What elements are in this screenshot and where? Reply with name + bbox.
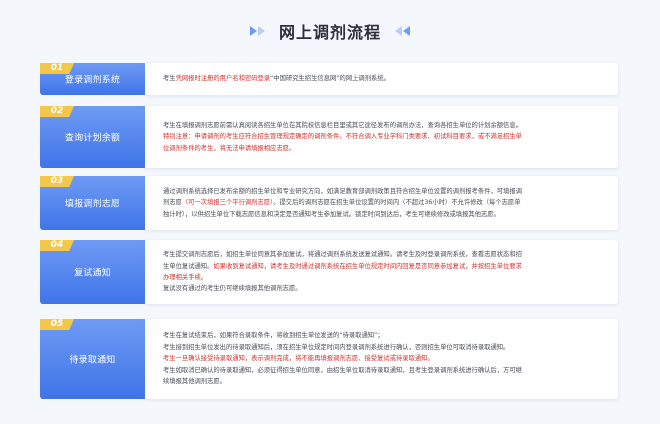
highlight-text: 如果收到复试通知，请考生及时通过调剂系统在招生单位规定时间内回复是否同意参加复试… (213, 262, 522, 270)
highlight-text: 办理相关手续。 (163, 274, 208, 281)
description-line: 考生如取消已确认的待录取通知，必须征得招生单位同意，由招生单位取消待录取通知，且… (163, 365, 604, 376)
step-login: 01 登录调剂系统 考生凭网报时注册的用户名和密码登录“中国研究生招生信息网”的… (40, 63, 618, 95)
step-query-quota: 02 查询计划余额 考生在填报调剂志愿前需认真阅读各招生单位在其院校信息栏目里或… (40, 106, 618, 168)
body-text: 考生提交调剂志愿后，如招生单位同意其参加复试，将通过调剂系统发送复试通知。请考生… (163, 251, 522, 259)
step-label: 查询计划余额 (64, 133, 121, 144)
step-tab[interactable]: 05 待录取通知 (40, 319, 145, 399)
highlight-text: 凭网报时注册的用户名和密码登录 (175, 75, 271, 83)
step-tab[interactable]: 04 复试通知 (40, 240, 145, 304)
description-line: 考生在填报调剂志愿前需认真阅读各招生单位在其院校信息栏目里或其它途径发布的调剂办… (163, 120, 604, 131)
body-text: “中国研究生招生信息网”的网上调剂系统。 (270, 75, 390, 83)
step-number-badge: 04 (40, 240, 74, 251)
step-fill-volunteer: 03 填报调剂志愿 通过调剂系统选择已发布余额的招生单位和专业研究方向，如满足教… (40, 176, 618, 230)
page-header: 网上调剂流程 (0, 18, 660, 44)
body-text: 生单位复试通知。 (163, 262, 214, 270)
step-description: 考生凭网报时注册的用户名和密码登录“中国研究生招生信息网”的网上调剂系统。 (145, 63, 618, 95)
body-text: 。提交后的调剂志愿在招生单位设置的时间内（不超过36小时）不允许修改（每个志愿单 (273, 199, 521, 207)
description-line: 考生接到招生单位发出的待录取通知后，须在招生单位规定时间内登录调剂系统进行确认，… (163, 342, 604, 353)
body-text: 考生在复试结束后，如果符合录取条件，将收到招生单位发送的“待录取通知”； (163, 332, 384, 340)
body-text: 独计时），以供招生单位下载志愿信息和决定是否通知考生参加复试。锁定时间到达后，考… (163, 210, 500, 218)
step-description: 考生在复试结束后，如果符合录取条件，将收到招生单位发送的“待录取通知”； 考生接到… (145, 319, 618, 399)
step-description: 通过调剂系统选择已发布余额的招生单位和专业研究方向，如满足教育部调剂政策且符合招… (145, 176, 618, 230)
step-tab[interactable]: 02 查询计划余额 (40, 106, 145, 168)
highlight-text: （可一次填报三个平行调剂志愿） (181, 199, 274, 207)
step-label: 复试通知 (74, 268, 111, 279)
description-line: 考生一旦确认接受待录取通知，表示调剂完成，将不能再填报调剂志愿、接受复试或待录取… (163, 353, 604, 364)
description-line: 剂志愿（可一次填报三个平行调剂志愿）。提交后的调剂志愿在招生单位设置的时间内（不… (163, 197, 604, 208)
step-number-badge: 05 (40, 319, 74, 330)
body-text: 考生接到招生单位发出的待录取通知后，须在招生单位规定时间内登录调剂系统进行确认，… (163, 343, 510, 351)
step-retest-notice: 04 复试通知 考生提交调剂志愿后，如招生单位同意其参加复试，将通过调剂系统发送… (40, 240, 618, 304)
step-label: 待录取通知 (69, 355, 116, 366)
body-text: 通过调剂系统选择已发布余额的招生单位和专业研究方向，如满足教育部调剂政策且符合招… (163, 187, 522, 195)
description-line: 办理相关手续。 (163, 272, 604, 283)
step-number-badge: 03 (40, 176, 74, 187)
highlight-text: 考生一旦确认接受待录取通知，表示调剂完成，将不能再填报调剂志愿、接受复试或待录取… (163, 355, 434, 363)
step-description: 考生提交调剂志愿后，如招生单位同意其参加复试，将通过调剂系统发送复试通知。请考生… (145, 240, 618, 304)
double-arrow-left-icon (395, 26, 410, 36)
description-line: 考生提交调剂志愿后，如招生单位同意其参加复试，将通过调剂系统发送复试通知。请考生… (163, 249, 604, 260)
step-label: 登录调剂系统 (64, 75, 121, 86)
description-line: 生单位复试通知。如果收到复试通知，请考生及时通过调剂系统在招生单位规定时间内回复… (163, 261, 604, 272)
body-text: 剂志愿 (163, 199, 182, 207)
highlight-text: 位调剂条件的考生，将无法申请填报相应志愿。 (163, 144, 296, 152)
description-line: 通过调剂系统选择已发布余额的招生单位和专业研究方向，如满足教育部调剂政策且符合招… (163, 186, 604, 197)
description-line: 位调剂条件的考生，将无法申请填报相应志愿。 (163, 143, 604, 154)
body-text: 考生在填报调剂志愿前需认真阅读各招生单位在其院校信息栏目里或其它途径发布的调剂办… (163, 121, 522, 129)
step-label: 填报调剂志愿 (64, 199, 121, 210)
double-arrow-right-icon (249, 26, 265, 36)
step-tab[interactable]: 01 登录调剂系统 (40, 63, 145, 95)
body-text: 续填报其他调剂志愿。 (163, 378, 226, 386)
description-line: 特别注意：申请调剂的考生应符合招生管理规定确定的调剂条件。不符合调入专业学科门类… (163, 131, 604, 142)
description-line: 考生凭网报时注册的用户名和密码登录“中国研究生招生信息网”的网上调剂系统。 (163, 73, 604, 84)
step-tab[interactable]: 03 填报调剂志愿 (40, 176, 145, 230)
description-line: 考生在复试结束后，如果符合录取条件，将收到招生单位发送的“待录取通知”； (163, 330, 604, 341)
description-line: 独计时），以供招生单位下载志愿信息和决定是否通知考生参加复试。锁定时间到达后，考… (163, 209, 604, 220)
description-line: 复试没有通过的考生仍可继续填报其他调剂志愿。 (163, 283, 604, 294)
description-line: 续填报其他调剂志愿。 (163, 376, 604, 387)
step-admission-notice: 05 待录取通知 考生在复试结束后，如果符合录取条件，将收到招生单位发送的“待录… (40, 319, 618, 399)
step-number-badge: 02 (40, 106, 74, 117)
body-text: 考生 (163, 75, 176, 83)
page-title: 网上调剂流程 (278, 23, 381, 42)
body-text: 考生如取消已确认的待录取通知，必须征得招生单位同意，由招生单位取消待录取通知，且… (163, 366, 522, 374)
highlight-text: 特别注意：申请调剂的考生应符合招生管理规定确定的调剂条件。不符合调入专业学科门类… (163, 133, 522, 141)
step-description: 考生在填报调剂志愿前需认真阅读各招生单位在其院校信息栏目里或其它途径发布的调剂办… (145, 106, 618, 168)
body-text: 复试没有通过的考生仍可继续填报其他调剂志愿。 (163, 285, 302, 293)
